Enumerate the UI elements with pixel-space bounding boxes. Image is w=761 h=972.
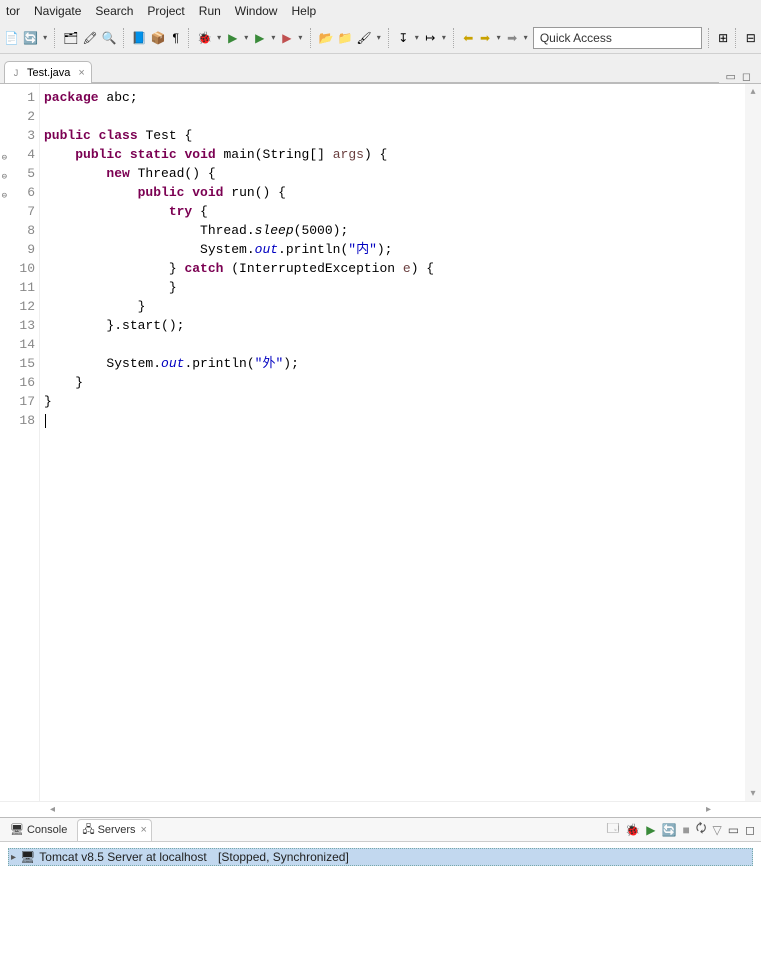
separator: [188, 28, 191, 48]
menu-item[interactable]: tor: [6, 4, 20, 18]
separator: [310, 28, 313, 48]
dropdown-icon[interactable]: ▾: [270, 33, 276, 42]
menu-item[interactable]: Navigate: [34, 4, 81, 18]
minimize-icon[interactable]: ▭: [728, 823, 739, 837]
maximize-icon[interactable]: ◻: [742, 70, 751, 83]
profile-server-icon[interactable]: 🔄: [662, 823, 677, 837]
editor-tab-label: Test.java: [27, 67, 70, 79]
run-icon[interactable]: ▶: [226, 28, 239, 48]
editor-tab-bar: J Test.java × ▭ ◻: [0, 60, 761, 84]
console-tab-label: Console: [27, 824, 67, 836]
dropdown-icon[interactable]: ▾: [42, 33, 48, 42]
server-state: [Stopped, Synchronized]: [218, 850, 349, 864]
step-into-icon[interactable]: ↧: [397, 28, 410, 48]
highlight-icon[interactable]: 🖍: [82, 28, 97, 48]
editor-tab[interactable]: J Test.java ×: [4, 61, 92, 83]
servers-tab-label: Servers: [98, 824, 136, 836]
bottom-tab-bar: 🖥 Console 🖧 Servers × 🗔 🐞 ▶ 🔄 ■ 🗘 ▽ ▭ ◻: [0, 818, 761, 842]
run-server-icon[interactable]: ▶: [281, 28, 294, 48]
quick-access-input[interactable]: [533, 27, 702, 49]
vertical-scrollbar[interactable]: ▴ ▾: [745, 84, 761, 801]
dropdown-icon[interactable]: ▾: [414, 33, 420, 42]
perspective-debug-icon[interactable]: ⊟: [744, 28, 757, 48]
scroll-down-icon[interactable]: ▾: [750, 788, 755, 799]
servers-icon: 🖧: [82, 821, 94, 840]
debug-icon[interactable]: 🐞: [197, 28, 212, 48]
server-row[interactable]: ▸ 🖥 Tomcat v8.5 Server at localhost [Sto…: [8, 848, 753, 866]
dropdown-icon[interactable]: ▾: [441, 33, 447, 42]
editor-window-controls: ▭ ◻: [719, 70, 757, 83]
scroll-right-icon[interactable]: ▸: [706, 804, 711, 815]
java-file-icon: J: [9, 66, 23, 80]
servers-toolbar: 🗔 🐞 ▶ 🔄 ■ 🗘 ▽ ▭ ◻: [606, 819, 755, 840]
main-toolbar: 📄 🔄 ▾ 🗂 🖍 🔍 📘 📦 ¶ 🐞 ▾ ▶ ▾ ▶ ▾ ▶ ▾ 📂 📁 🖌 …: [0, 22, 761, 54]
menu-bar: tor Navigate Search Project Run Window H…: [0, 0, 761, 22]
brush-icon[interactable]: 🖌: [356, 28, 371, 48]
debug-server-icon[interactable]: 🐞: [625, 823, 640, 837]
server-label: Tomcat v8.5 Server at localhost: [39, 850, 206, 864]
stop-server-icon[interactable]: ■: [682, 823, 689, 837]
dropdown-icon[interactable]: ▾: [376, 33, 382, 42]
servers-view[interactable]: ▸ 🖥 Tomcat v8.5 Server at localhost [Sto…: [0, 842, 761, 972]
back-icon[interactable]: ⬅: [462, 28, 475, 48]
open-folder-icon[interactable]: 📂: [318, 28, 333, 48]
minimize-icon[interactable]: ▭: [725, 70, 735, 83]
separator: [453, 28, 456, 48]
menu-item[interactable]: Help: [291, 4, 316, 18]
line-number-gutter: 1234⊖5⊖6⊖▲789101112131415161718: [0, 84, 40, 801]
scroll-left-icon[interactable]: ◂: [50, 804, 55, 815]
separator: [388, 28, 391, 48]
paragraph-icon[interactable]: ¶: [169, 28, 182, 48]
menu-item[interactable]: Project: [147, 4, 184, 18]
dropdown-icon[interactable]: ▾: [297, 33, 303, 42]
scroll-up-icon[interactable]: ▴: [750, 86, 755, 97]
menu-item[interactable]: Run: [199, 4, 221, 18]
forward-icon[interactable]: ➡: [479, 28, 492, 48]
horizontal-scrollbar[interactable]: ◂ ▸: [0, 801, 761, 817]
new-server-icon[interactable]: 🗔: [606, 819, 619, 840]
new-class-icon[interactable]: 📘: [132, 28, 147, 48]
dropdown-icon[interactable]: ▾: [495, 33, 501, 42]
separator: [123, 28, 126, 48]
separator: [708, 28, 711, 48]
new-folder-icon[interactable]: 📁: [337, 28, 352, 48]
open-type-icon[interactable]: 🗂: [63, 28, 78, 48]
console-icon: 🖥: [10, 823, 24, 836]
refresh-icon[interactable]: 🔄: [23, 28, 38, 48]
maximize-icon[interactable]: ◻: [745, 823, 755, 837]
run-config-icon[interactable]: ▶: [253, 28, 266, 48]
step-over-icon[interactable]: ↦: [424, 28, 437, 48]
separator: [54, 28, 57, 48]
publish-server-icon[interactable]: 🗘: [696, 819, 707, 840]
dropdown-icon[interactable]: ▾: [243, 33, 249, 42]
twisty-icon[interactable]: ▸: [11, 852, 16, 863]
dropdown-icon[interactable]: ▾: [522, 33, 528, 42]
bottom-panel: 🖥 Console 🖧 Servers × 🗔 🐞 ▶ 🔄 ■ 🗘 ▽ ▭ ◻ …: [0, 817, 761, 972]
code-editor[interactable]: package abc; public class Test { public …: [40, 84, 745, 801]
new-package-icon[interactable]: 📦: [150, 28, 165, 48]
tomcat-server-icon: 🖥: [20, 850, 35, 864]
menu-item[interactable]: Window: [235, 4, 278, 18]
search-icon[interactable]: 🔍: [102, 28, 117, 48]
console-tab[interactable]: 🖥 Console: [6, 819, 71, 841]
separator: [735, 28, 738, 48]
view-menu-icon[interactable]: ▽: [712, 823, 721, 837]
dropdown-icon[interactable]: ▾: [216, 33, 222, 42]
editor-area: 1234⊖5⊖6⊖▲789101112131415161718 package …: [0, 84, 761, 801]
start-server-icon[interactable]: ▶: [646, 823, 655, 837]
perspective-java-icon[interactable]: ⊞: [717, 28, 730, 48]
tab-spacer: [92, 61, 720, 83]
servers-tab[interactable]: 🖧 Servers ×: [77, 819, 152, 841]
menu-item[interactable]: Search: [95, 4, 133, 18]
next-icon[interactable]: ➡: [506, 28, 519, 48]
new-wizard-icon[interactable]: 📄: [4, 28, 19, 48]
close-icon[interactable]: ×: [78, 67, 84, 79]
close-icon[interactable]: ×: [141, 824, 147, 836]
